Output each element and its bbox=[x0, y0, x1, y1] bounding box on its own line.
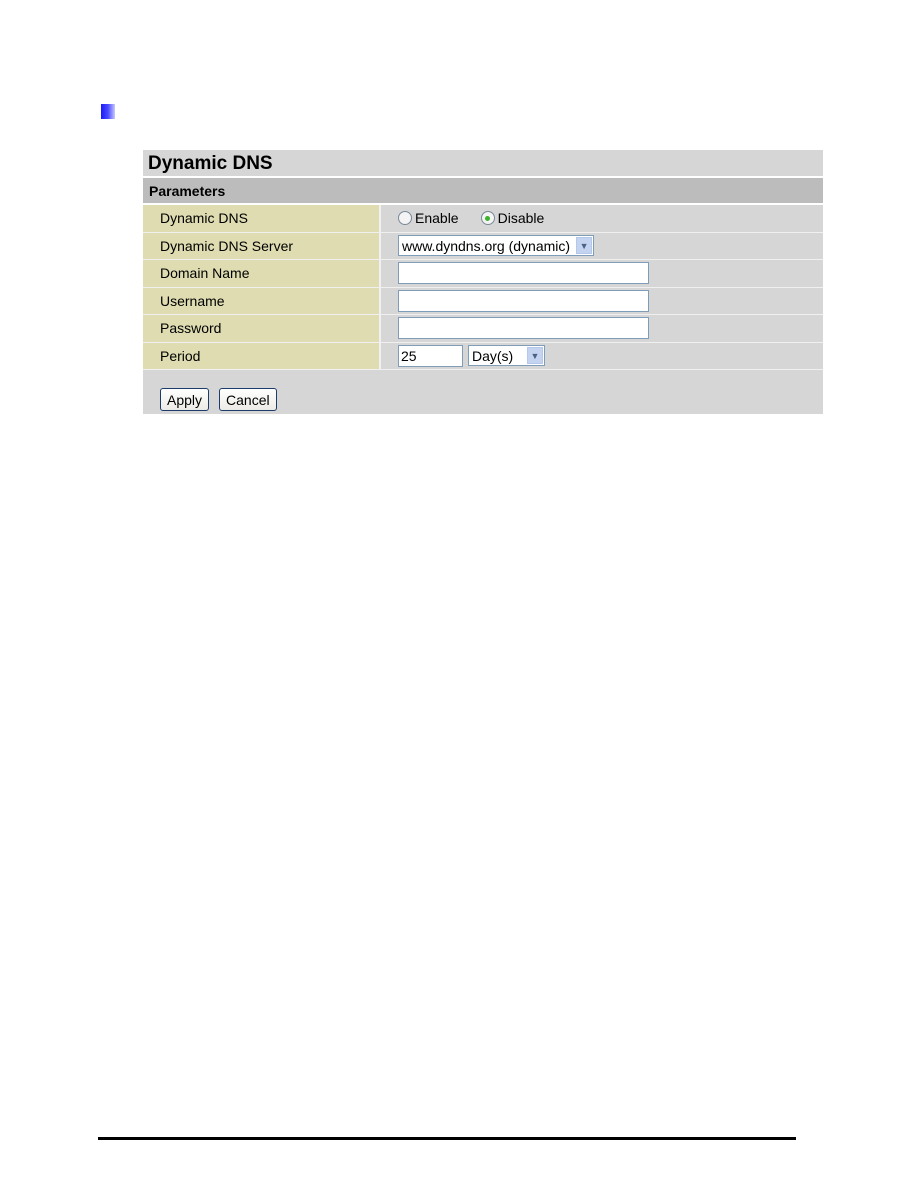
row-password: Password bbox=[143, 315, 823, 343]
radio-checked-icon bbox=[480, 211, 495, 226]
chevron-down-icon[interactable]: ▼ bbox=[576, 237, 593, 255]
radio-unchecked-icon bbox=[398, 211, 412, 226]
disable-radio-label: Disable bbox=[497, 210, 545, 227]
apply-button[interactable]: Apply bbox=[160, 388, 210, 411]
server-selected-value: www.dyndns.org (dynamic) bbox=[402, 237, 571, 254]
square-bullet-icon bbox=[101, 104, 115, 119]
enable-radio-label: Enable bbox=[415, 210, 459, 227]
password-label: Password bbox=[143, 315, 381, 342]
section-header-parameters: Parameters bbox=[143, 178, 823, 205]
username-label: Username bbox=[143, 287, 381, 314]
dynamic-dns-panel: Dynamic DNS Parameters Dynamic DNS Enabl… bbox=[143, 150, 823, 414]
disable-radio[interactable]: Disable bbox=[480, 210, 545, 227]
username-input[interactable] bbox=[398, 289, 649, 312]
button-bar: Apply Cancel bbox=[143, 370, 823, 414]
panel-title: Dynamic DNS bbox=[143, 150, 823, 178]
dynamic-dns-label: Dynamic DNS bbox=[143, 205, 381, 232]
domain-name-label: Domain Name bbox=[143, 260, 381, 287]
dynamic-dns-server-select[interactable]: www.dyndns.org (dynamic) ▼ bbox=[398, 235, 595, 257]
row-period: Period 25 Day(s) ▼ bbox=[143, 342, 823, 370]
row-username: Username bbox=[143, 287, 823, 315]
dynamic-dns-server-label: Dynamic DNS Server bbox=[143, 232, 381, 259]
enable-radio[interactable]: Enable bbox=[398, 210, 459, 226]
row-dynamic-dns-server: Dynamic DNS Server www.dyndns.org (dynam… bbox=[143, 232, 823, 260]
row-domain-name: Domain Name bbox=[143, 260, 823, 288]
password-input[interactable] bbox=[398, 317, 649, 340]
row-dynamic-dns: Dynamic DNS Enable Disable bbox=[143, 205, 823, 233]
footer-divider bbox=[98, 1137, 796, 1140]
chevron-down-icon[interactable]: ▼ bbox=[527, 347, 543, 365]
cancel-button[interactable]: Cancel bbox=[219, 388, 277, 411]
period-unit-select[interactable]: Day(s) ▼ bbox=[468, 345, 545, 367]
period-input[interactable]: 25 bbox=[398, 344, 463, 367]
domain-name-input[interactable] bbox=[398, 262, 649, 285]
period-unit-value: Day(s) bbox=[472, 347, 514, 364]
period-label: Period bbox=[143, 342, 381, 369]
